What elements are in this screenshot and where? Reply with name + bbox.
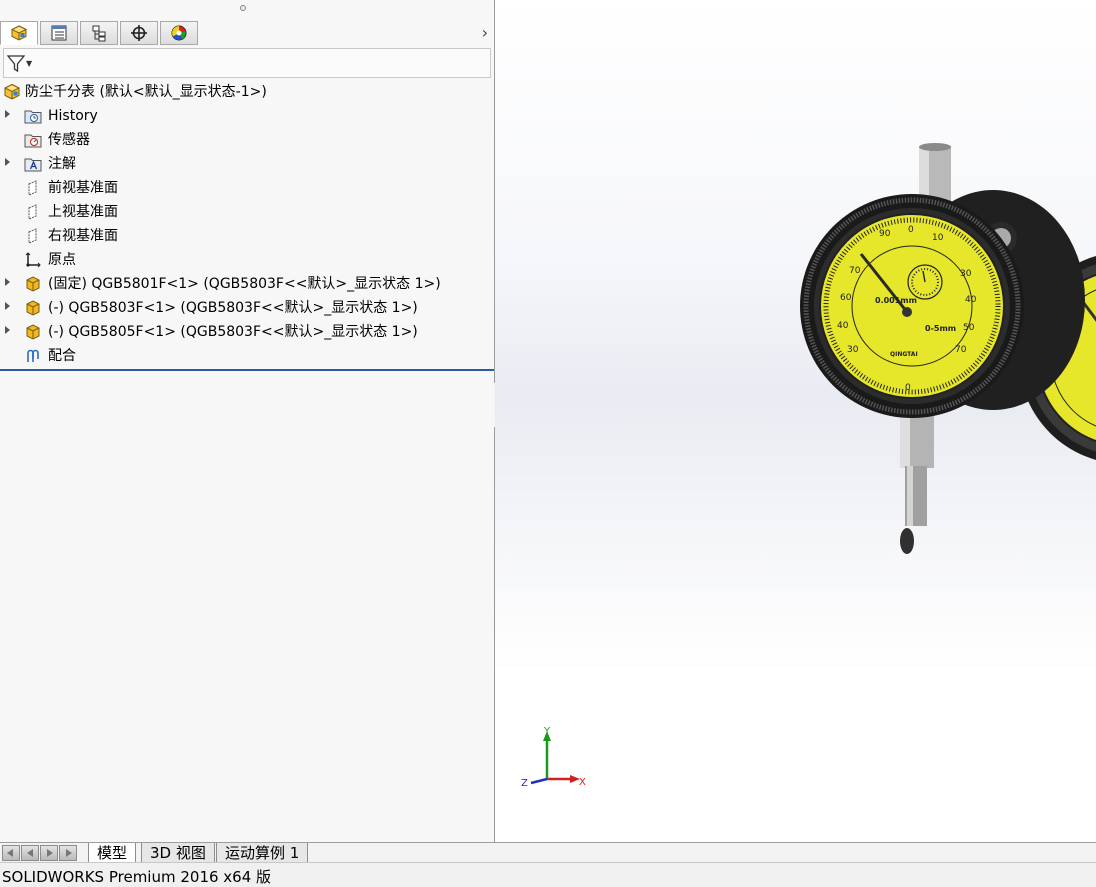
tab-property-manager[interactable] bbox=[40, 21, 78, 45]
tree-item-label: 前视基准面 bbox=[48, 180, 118, 196]
last-tab-button[interactable] bbox=[59, 845, 77, 861]
expand-arrow-icon[interactable] bbox=[5, 110, 10, 118]
tree-item-label: 原点 bbox=[48, 252, 76, 268]
svg-text:70: 70 bbox=[955, 345, 967, 355]
plane-icon bbox=[28, 180, 37, 196]
tree-root-assembly[interactable]: 防尘千分表 (默认<默认_显示状态-1>) bbox=[0, 80, 494, 104]
dial-indicator-model: 0.001mm 0-5mm QINGTAI 70 60 40 30 90 0 1… bbox=[800, 143, 1096, 554]
sensors-folder-icon bbox=[24, 134, 42, 148]
chevron-down-icon[interactable]: ▼ bbox=[26, 59, 32, 68]
assembly-icon bbox=[3, 83, 21, 100]
svg-text:30: 30 bbox=[960, 269, 972, 279]
tree-item-label: 注解 bbox=[48, 156, 76, 172]
chevron-right-icon[interactable]: › bbox=[482, 23, 488, 42]
dimxpert-manager-icon bbox=[131, 25, 147, 41]
tab-dimxpert-manager[interactable] bbox=[120, 21, 158, 45]
tree-item-top-plane[interactable]: 上视基准面 bbox=[0, 200, 494, 224]
mates-icon bbox=[27, 349, 39, 362]
configuration-manager-icon bbox=[92, 25, 106, 42]
tree-item-label: 上视基准面 bbox=[48, 204, 118, 220]
svg-text:70: 70 bbox=[849, 266, 861, 276]
expand-arrow-icon[interactable] bbox=[5, 278, 10, 286]
tree-item-origin[interactable]: 原点 bbox=[0, 248, 494, 272]
svg-text:30: 30 bbox=[847, 345, 859, 355]
feature-manager-panel: › ▼ 防尘千分表 (默认<默认_显示状态-1>) History 传感器 注解… bbox=[0, 0, 495, 842]
dial-unit-text: 0.001mm bbox=[875, 296, 917, 305]
axis-triad: Y X Z bbox=[521, 726, 586, 789]
tab-configuration-manager[interactable] bbox=[80, 21, 118, 45]
feature-manager-icon bbox=[10, 25, 28, 41]
dial-indicator-main: 0.001mm 0-5mm QINGTAI 70 60 40 30 90 0 1… bbox=[800, 143, 1085, 554]
panel-tab-bar: › bbox=[0, 20, 494, 46]
filter-icon[interactable] bbox=[7, 54, 25, 74]
dial-range-text: 0-5mm bbox=[925, 324, 956, 333]
plane-icon bbox=[28, 204, 37, 220]
panel-resize-grip[interactable] bbox=[240, 5, 246, 11]
graphics-viewport[interactable]: 0.001mm 0-5mm QINGTAI 70 60 40 30 90 0 1… bbox=[495, 0, 1096, 842]
svg-text:0: 0 bbox=[908, 225, 914, 235]
dial-brand-text: QINGTAI bbox=[890, 351, 918, 358]
tree-item-part-1[interactable]: (固定) QGB5801F<1> (QGB5803F<<默认>_显示状态 1>) bbox=[0, 272, 494, 296]
tree-item-mates[interactable]: 配合 bbox=[0, 344, 494, 368]
svg-text:10: 10 bbox=[932, 233, 944, 243]
part-icon bbox=[26, 300, 40, 316]
tab-3d-view[interactable]: 3D 视图 bbox=[141, 843, 215, 863]
svg-text:0: 0 bbox=[905, 383, 911, 393]
bottom-tab-bar: 模型 3D 视图 运动算例 1 bbox=[0, 842, 1096, 863]
origin-icon bbox=[25, 252, 41, 268]
part-icon bbox=[26, 276, 40, 292]
tree-item-annotations[interactable]: 注解 bbox=[0, 152, 494, 176]
first-tab-button[interactable] bbox=[2, 845, 20, 861]
expand-arrow-icon[interactable] bbox=[5, 302, 10, 310]
tree-item-history[interactable]: History bbox=[0, 104, 494, 128]
triad-x-label: X bbox=[579, 777, 586, 788]
tree-root-label: 防尘千分表 (默认<默认_显示状态-1>) bbox=[25, 84, 267, 100]
status-text: SOLIDWORKS Premium 2016 x64 版 bbox=[2, 868, 272, 886]
tree-item-label: 配合 bbox=[48, 348, 76, 364]
tree-item-label: History bbox=[48, 108, 98, 124]
tab-model[interactable]: 模型 bbox=[88, 843, 137, 863]
triad-y-label: Y bbox=[543, 726, 551, 737]
tree-item-sensors[interactable]: 传感器 bbox=[0, 128, 494, 152]
tab-display-manager[interactable] bbox=[160, 21, 198, 45]
svg-text:90: 90 bbox=[879, 229, 891, 239]
tree-item-part-3[interactable]: (-) QGB5805F<1> (QGB5803F<<默认>_显示状态 1>) bbox=[0, 320, 494, 344]
tab-motion-study[interactable]: 运动算例 1 bbox=[216, 843, 309, 863]
prev-tab-button[interactable] bbox=[21, 845, 39, 861]
tree-item-label: (-) QGB5803F<1> (QGB5803F<<默认>_显示状态 1>) bbox=[48, 300, 418, 316]
next-tab-button[interactable] bbox=[40, 845, 58, 861]
svg-text:40: 40 bbox=[965, 295, 977, 305]
tree-item-label: (固定) QGB5801F<1> (QGB5803F<<默认>_显示状态 1>) bbox=[48, 276, 441, 292]
part-icon bbox=[26, 324, 40, 340]
svg-text:50: 50 bbox=[963, 323, 975, 333]
tree-item-label: (-) QGB5805F<1> (QGB5803F<<默认>_显示状态 1>) bbox=[48, 324, 418, 340]
tree-item-front-plane[interactable]: 前视基准面 bbox=[0, 176, 494, 200]
display-manager-icon bbox=[171, 25, 187, 41]
history-folder-icon bbox=[24, 110, 42, 124]
tree-item-label: 传感器 bbox=[48, 132, 90, 148]
tree-item-label: 右视基准面 bbox=[48, 228, 118, 244]
triad-z-label: Z bbox=[521, 778, 528, 789]
tree-item-right-plane[interactable]: 右视基准面 bbox=[0, 224, 494, 248]
svg-text:60: 60 bbox=[840, 293, 852, 303]
plane-icon bbox=[28, 228, 37, 244]
status-bar: SOLIDWORKS Premium 2016 x64 版 bbox=[0, 862, 1096, 886]
property-manager-icon bbox=[51, 25, 67, 41]
annotations-folder-icon bbox=[24, 158, 42, 172]
svg-text:40: 40 bbox=[837, 321, 849, 331]
tree-item-part-2[interactable]: (-) QGB5803F<1> (QGB5803F<<默认>_显示状态 1>) bbox=[0, 296, 494, 320]
tree-filter-bar[interactable]: ▼ bbox=[3, 48, 491, 78]
expand-arrow-icon[interactable] bbox=[5, 158, 10, 166]
expand-arrow-icon[interactable] bbox=[5, 326, 10, 334]
tree-rollback-bar[interactable] bbox=[0, 369, 494, 371]
tab-feature-manager[interactable] bbox=[0, 21, 38, 45]
